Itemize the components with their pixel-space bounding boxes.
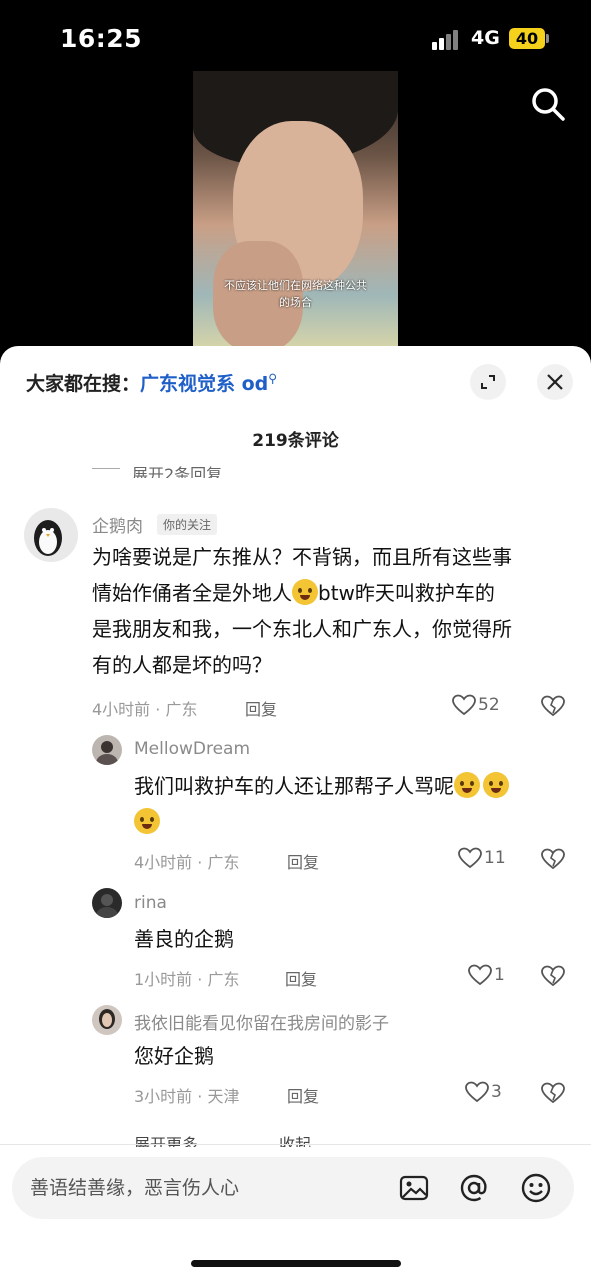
comment-text-line: 情始作俑者全是外地人 btw昨天叫救护车的	[92, 575, 572, 611]
laughing-emoji-icon	[292, 579, 318, 605]
reply-text: 我们叫救护车的人还让那帮子人骂呢	[134, 768, 564, 840]
heart-icon	[458, 847, 482, 869]
comment-input[interactable]	[30, 1169, 370, 1207]
comment-username[interactable]: 企鹅肉	[92, 512, 143, 537]
dislike-button[interactable]	[541, 965, 565, 991]
divider-line	[92, 468, 120, 469]
network-type: 4G	[471, 27, 500, 49]
reply-username[interactable]: 我依旧能看见你留在我房间的影子	[134, 1009, 389, 1034]
subtitle-line-2: 的场合	[279, 296, 312, 309]
heart-icon	[465, 1081, 489, 1103]
dislike-button[interactable]	[541, 848, 565, 874]
pleading-emoji-icon	[134, 808, 160, 834]
avatar[interactable]	[92, 1005, 122, 1035]
avatar[interactable]	[24, 508, 78, 562]
comment-text-part: 情始作俑者全是外地人	[92, 581, 292, 605]
comment-input-bar	[12, 1157, 574, 1219]
reply-button[interactable]: 回复	[285, 966, 317, 990]
comment-text: 为啥要说是广东推从？不背锅，而且所有这些事 情始作俑者全是外地人 btw昨天叫救护…	[92, 539, 572, 683]
like-button[interactable]: 1	[468, 964, 505, 986]
reply-button[interactable]: 回复	[245, 696, 277, 720]
video-subtitle: 不应该让他们在网络这种公共 的场合	[193, 277, 398, 311]
video-player[interactable]: 不应该让他们在网络这种公共 的场合	[193, 71, 398, 351]
comment-sheet: 大家都在搜：广东视觉系 od⚲ 219条评论 展开2条回复 企鹅肉 你的关注 为…	[0, 346, 591, 1280]
status-time: 16:25	[60, 24, 143, 53]
broken-heart-icon	[541, 695, 565, 717]
like-count: 3	[491, 1082, 502, 1102]
pleading-emoji-icon	[454, 772, 480, 798]
image-icon[interactable]	[398, 1172, 430, 1204]
follow-tag: 你的关注	[157, 514, 218, 535]
input-divider	[0, 1144, 591, 1145]
heart-icon	[452, 694, 476, 716]
dislike-button[interactable]	[541, 695, 565, 721]
expand-replies-top[interactable]: 展开2条回复	[92, 458, 392, 478]
reply-text: 善良的企鹅	[134, 927, 234, 951]
small-search-icon: ⚲	[268, 371, 278, 386]
reply-meta: 4小时前 · 广东	[134, 853, 240, 872]
broken-heart-icon	[541, 965, 565, 987]
expand-icon	[481, 375, 495, 389]
expand-button[interactable]	[470, 364, 506, 400]
battery-tip	[546, 34, 549, 43]
hot-search[interactable]: 大家都在搜：广东视觉系 od⚲	[26, 369, 277, 396]
subtitle-line-1: 不应该让他们在网络这种公共	[224, 279, 367, 292]
reply-text-content: 我们叫救护车的人还让那帮子人骂呢	[134, 774, 454, 798]
like-count: 52	[478, 695, 500, 715]
like-button[interactable]: 3	[465, 1081, 502, 1103]
comment-text-part: btw昨天叫救护车的	[318, 581, 495, 605]
expand-replies-label[interactable]: 展开2条回复	[132, 461, 222, 478]
reply-button[interactable]: 回复	[287, 849, 319, 873]
reply-text: 您好企鹅	[134, 1044, 214, 1068]
hot-search-prefix: 大家都在搜：	[26, 373, 141, 395]
like-button[interactable]: 52	[452, 694, 500, 716]
reply-meta: 3小时前 · 天津	[134, 1087, 240, 1106]
comment-meta: 4小时前 · 广东	[92, 700, 198, 719]
comment-text-line: 是我朋友和我，一个东北人和广东人，你觉得所	[92, 617, 512, 641]
battery-icon: 40	[509, 28, 545, 49]
close-icon	[547, 374, 563, 390]
emoji-icon[interactable]	[520, 1172, 552, 1204]
like-count: 11	[484, 848, 506, 868]
hot-search-keyword[interactable]: 广东视觉系 od	[140, 373, 268, 395]
avatar[interactable]	[92, 735, 122, 765]
comment-text-line: 为啥要说是广东推从？不背锅，而且所有这些事	[92, 545, 512, 569]
like-button[interactable]: 11	[458, 847, 506, 869]
reply-meta: 1小时前 · 广东	[134, 970, 240, 989]
mention-icon[interactable]	[458, 1172, 490, 1204]
heart-icon	[468, 964, 492, 986]
comment-count: 219条评论	[252, 431, 339, 451]
status-bar: 16:25 4G 40	[0, 0, 591, 70]
reply-button[interactable]: 回复	[287, 1083, 319, 1107]
reply-username[interactable]: rina	[134, 893, 167, 913]
close-button[interactable]	[537, 364, 573, 400]
avatar[interactable]	[92, 888, 122, 918]
signal-icon	[432, 30, 460, 50]
reply-username[interactable]: MellowDream	[134, 739, 250, 759]
search-icon[interactable]	[529, 85, 567, 123]
pleading-emoji-icon	[483, 772, 509, 798]
broken-heart-icon	[541, 1082, 565, 1104]
broken-heart-icon	[541, 848, 565, 870]
dislike-button[interactable]	[541, 1082, 565, 1108]
home-indicator[interactable]	[191, 1260, 401, 1267]
comment-text-line: 有的人都是坏的吗？	[92, 653, 272, 677]
like-count: 1	[494, 965, 505, 985]
